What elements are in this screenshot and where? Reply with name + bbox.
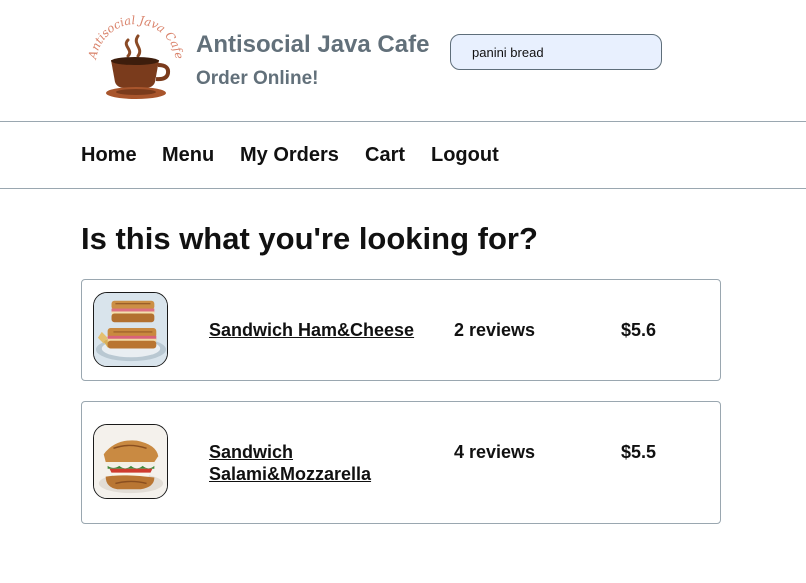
product-price: $5.5: [621, 442, 657, 462]
site-title: Antisocial Java Cafe: [196, 31, 430, 58]
main-nav: Home Menu My Orders Cart Logout: [0, 122, 806, 189]
product-reviews: 2 reviews: [454, 320, 536, 340]
nav-logout-link[interactable]: Logout: [431, 144, 499, 167]
nav-my-orders-link[interactable]: My Orders: [240, 144, 339, 167]
result-card: Sandwich Ham&Cheese 2 reviews $5.6: [81, 279, 721, 381]
coffee-cup-logo-icon: Antisocial Java Cafe: [85, 13, 187, 99]
result-card: Sandwich Salami&Mozzarella 4 reviews $5.…: [81, 401, 721, 524]
product-price: $5.6: [621, 320, 657, 340]
site-subtitle: Order Online!: [196, 68, 319, 89]
product-name-link[interactable]: Sandwich Salami&Mozzarella: [209, 441, 439, 485]
sandwich-photo-icon: [94, 293, 167, 366]
product-thumbnail[interactable]: [93, 292, 168, 367]
site-header: Antisocial Java Cafe Antisocial Java Caf…: [0, 0, 806, 122]
nav-cart-link[interactable]: Cart: [365, 144, 405, 167]
nav-menu-link[interactable]: Menu: [162, 144, 214, 167]
product-thumbnail[interactable]: [93, 424, 168, 499]
sandwich-photo-icon: [94, 425, 167, 498]
product-name-link[interactable]: Sandwich Ham&Cheese: [209, 319, 439, 341]
product-reviews: 4 reviews: [454, 442, 536, 462]
search-input[interactable]: [450, 34, 662, 70]
results-heading: Is this what you're looking for?: [81, 221, 538, 256]
nav-home-link[interactable]: Home: [81, 144, 137, 167]
cafe-logo[interactable]: Antisocial Java Cafe: [85, 13, 187, 104]
